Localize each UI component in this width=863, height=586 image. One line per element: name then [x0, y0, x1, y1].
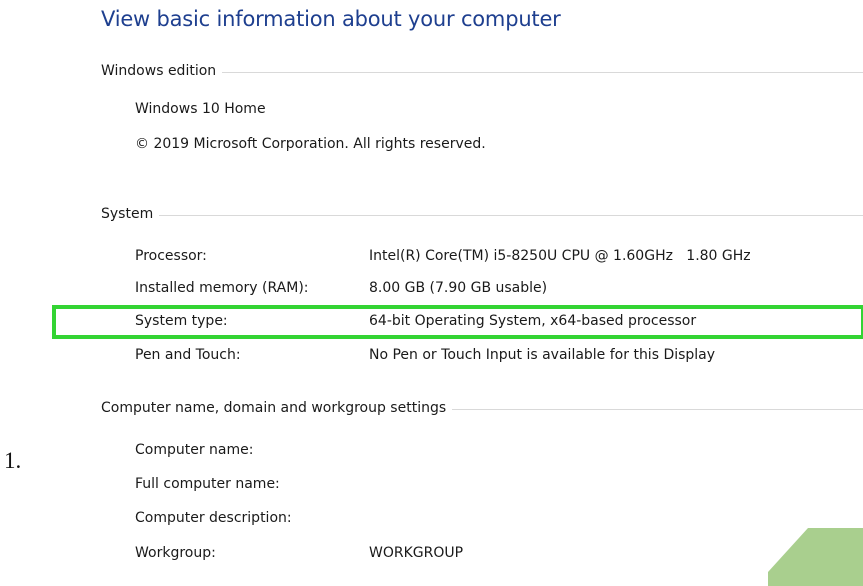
computer-name-header: Computer name, domain and workgroup sett… [101, 398, 863, 418]
workgroup-label: Workgroup: [135, 545, 216, 561]
step-number: 1. [4, 448, 22, 473]
corner-decoration [768, 528, 863, 586]
section-divider [222, 71, 863, 73]
memory-label: Installed memory (RAM): [135, 280, 309, 296]
windows-edition-name: Windows 10 Home [135, 101, 266, 117]
windows-edition-header: Windows edition [101, 61, 863, 81]
windows-edition-header-label: Windows edition [101, 63, 217, 79]
page-title: View basic information about your comput… [101, 7, 561, 31]
full-computer-name-label: Full computer name: [135, 476, 280, 492]
memory-value: 8.00 GB (7.90 GB usable) [369, 280, 548, 296]
processor-value: Intel(R) Core(TM) i5-8250U CPU @ 1.60GHz… [369, 248, 751, 264]
computer-description-label: Computer description: [135, 510, 292, 526]
system-header-label: System [101, 206, 154, 222]
system-header: System [101, 204, 863, 224]
copyright-text: © 2019 Microsoft Corporation. All rights… [135, 136, 486, 152]
section-divider [452, 408, 863, 410]
pen-touch-value: No Pen or Touch Input is available for t… [369, 347, 716, 363]
processor-label: Processor: [135, 248, 207, 264]
pen-touch-label: Pen and Touch: [135, 347, 241, 363]
workgroup-value: WORKGROUP [369, 545, 464, 561]
section-divider [159, 214, 863, 216]
system-type-highlight [52, 305, 863, 339]
computer-name-label: Computer name: [135, 442, 254, 458]
computer-name-header-label: Computer name, domain and workgroup sett… [101, 400, 447, 416]
